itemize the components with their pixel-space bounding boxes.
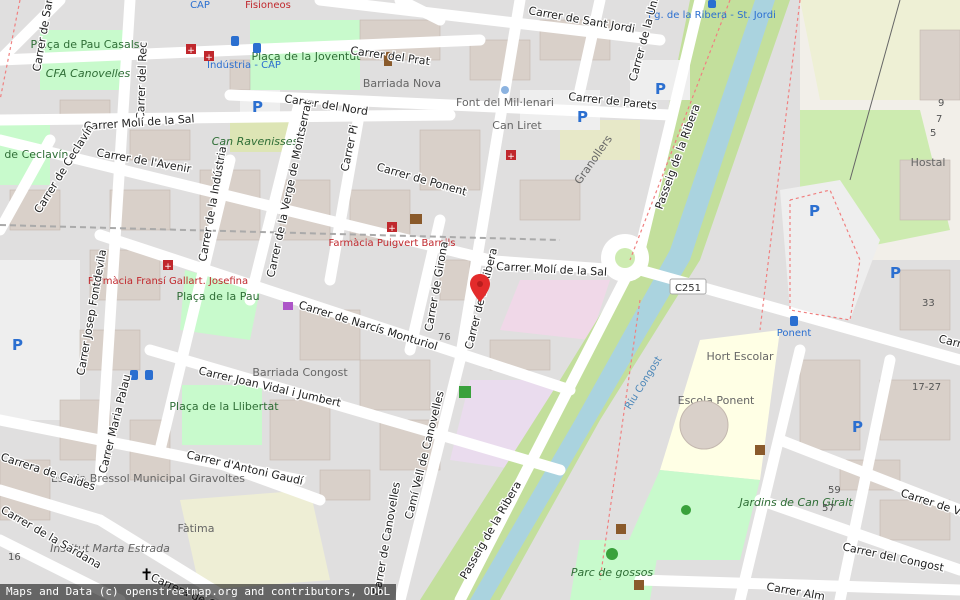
parking-icon[interactable]: P	[252, 98, 263, 116]
label-bus-industria: Indústria - CAP	[207, 59, 281, 71]
parking-icon[interactable]: P	[809, 202, 820, 220]
label-font-milenari: Font del Mil·lenari	[456, 96, 554, 109]
cafe-icon[interactable]	[755, 445, 765, 455]
bus-icon[interactable]	[231, 36, 239, 46]
svg-text:33: 33	[922, 298, 935, 309]
label-placa-pau: Plaça de la Pau	[176, 290, 259, 303]
bus-icon[interactable]	[790, 316, 798, 326]
location-marker-icon[interactable]	[470, 274, 490, 302]
pharmacy-icon[interactable]: +	[506, 150, 516, 162]
label-bus-ribera: Pg. de la Ribera - St. Jordi	[648, 10, 776, 21]
svg-text:+: +	[164, 262, 172, 272]
label-fatima: Fàtima	[178, 522, 215, 535]
label-barriada-congost: Barriada Congost	[252, 366, 348, 379]
dog-park-icon[interactable]	[606, 548, 618, 560]
playground-icon[interactable]	[681, 505, 691, 515]
svg-text:76: 76	[438, 332, 451, 343]
svg-text:+: +	[187, 46, 195, 56]
svg-text:9: 9	[938, 98, 944, 109]
svg-text:+: +	[507, 152, 515, 162]
bus-icon[interactable]	[708, 0, 716, 8]
label-bus-ponent: Ponent	[777, 328, 812, 339]
book-icon[interactable]	[410, 214, 422, 224]
roundabout-center	[615, 248, 635, 268]
pharmacy-icon[interactable]: +	[186, 44, 196, 56]
park-llibertat	[182, 385, 262, 445]
label-placa-llibertat: Plaça de la Llibertat	[169, 400, 279, 413]
label-jardins: Jardins de Can Giralt	[737, 496, 853, 509]
pharmacy-icon[interactable]: +	[387, 222, 397, 234]
street-rec: Carrer del Rec	[134, 42, 150, 120]
svg-text:17-27: 17-27	[912, 382, 941, 393]
parking-icon[interactable]: P	[890, 264, 901, 282]
label-can-ravenisses: Can Ravenisses	[212, 135, 299, 148]
label-bus-cap: CAP	[190, 0, 210, 11]
svg-text:57: 57	[822, 503, 835, 514]
label-placa-ceclavin: Plaça de Ceclavín	[0, 148, 68, 161]
cafe-icon-2[interactable]	[634, 580, 644, 590]
bus-icon[interactable]	[145, 370, 153, 380]
label-cfa: CFA Canovelles	[46, 67, 131, 80]
label-parc-gossos: Parc de gossos	[571, 566, 654, 579]
road-shield-c251: C251	[669, 278, 707, 295]
parking-icon[interactable]: P	[12, 336, 23, 354]
svg-text:+: +	[205, 53, 213, 63]
parking-icon[interactable]: P	[852, 418, 863, 436]
label-fisioneos: Fisioneos	[245, 0, 291, 11]
fountain-icon[interactable]	[501, 86, 509, 94]
svg-text:5: 5	[930, 128, 936, 139]
label-pharmacy-fransi: Farmàcia Fransí Gallart. Josefina	[88, 275, 248, 287]
svg-text:C251: C251	[675, 283, 701, 294]
svg-text:7: 7	[936, 114, 942, 125]
label-hort-escolar: Hort Escolar	[706, 350, 774, 363]
parking-icon[interactable]: P	[577, 108, 588, 126]
svg-text:+: +	[388, 224, 396, 234]
shop-icon[interactable]	[283, 302, 293, 310]
pharmacy-icon[interactable]: +	[163, 260, 173, 272]
school-circle	[679, 400, 729, 450]
label-hostal: Hostal	[911, 156, 946, 169]
invader-icon[interactable]	[459, 386, 471, 398]
label-barriada-nova: Barriada Nova	[363, 77, 441, 90]
label-can-liret: Can Liret	[492, 119, 542, 132]
picnic-icon[interactable]	[616, 524, 626, 534]
svg-text:59: 59	[828, 485, 841, 496]
bus-icon[interactable]	[253, 43, 261, 53]
map-attribution[interactable]: Maps and Data (c) openstreetmap.org and …	[0, 584, 397, 600]
parking-icon[interactable]: P	[655, 80, 666, 98]
fatima-area	[180, 490, 330, 590]
pharmacy-icon[interactable]: +	[204, 51, 214, 63]
svg-text:16: 16	[8, 552, 21, 563]
